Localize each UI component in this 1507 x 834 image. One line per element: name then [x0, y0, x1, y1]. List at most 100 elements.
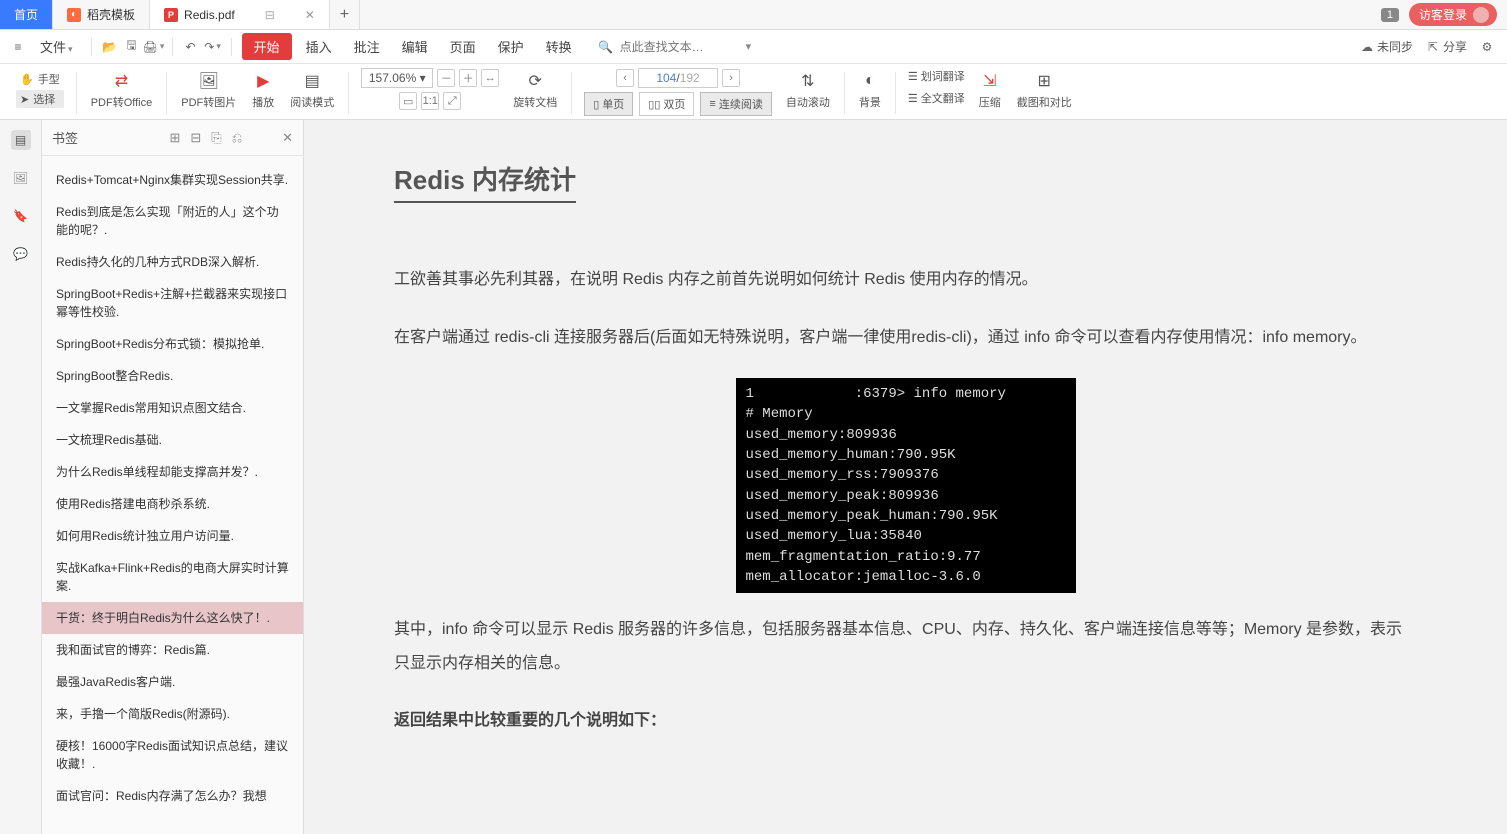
zoom-input[interactable]: 157.06% ▾ [361, 68, 433, 88]
scroll-icon: ⇅ [797, 70, 819, 92]
autoscroll-button[interactable]: ⇅自动滚动 [778, 68, 838, 112]
notification-count[interactable]: 1 [1381, 8, 1399, 22]
tab-home[interactable]: 首页 [0, 0, 53, 29]
close-icon[interactable]: ✕ [305, 8, 315, 22]
menu-edit[interactable]: 编辑 [394, 33, 436, 60]
bookmarks-list[interactable]: Redis+Tomcat+Nginx集群实现Session共享.Redis到底是… [42, 156, 303, 834]
terminal-block: 1 :6379> info memory # Memory used_memor… [736, 378, 1076, 593]
cursor-icon: ➤ [20, 93, 29, 106]
bookmark-item[interactable]: SpringBoot+Redis+注解+拦截器来实现接口幂等性校验. [42, 278, 303, 328]
print-icon[interactable]: 🖨 [146, 39, 162, 55]
bookmark-item[interactable]: SpringBoot整合Redis. [42, 360, 303, 392]
prev-page-icon[interactable]: ‹ [616, 69, 634, 87]
bookmark-item[interactable]: SpringBoot+Redis分布式锁：模拟抢单. [42, 328, 303, 360]
actual-size-icon[interactable]: 1:1 [421, 92, 439, 110]
ribbon-toolbar: ✋手型 ➤选择 ⇄PDF转Office 🖼PDF转图片 ▶播放 ▤阅读模式 15… [0, 64, 1507, 120]
paragraph: 工欲善其事必先利其器，在说明 Redis 内存之前首先说明如何统计 Redis … [394, 263, 1417, 297]
compress-button[interactable]: ⇲压缩 [971, 68, 1009, 112]
bookmark-item[interactable]: Redis到底是怎么实现「附近的人」这个功能的呢？. [42, 196, 303, 246]
bookmark-item[interactable]: 使用Redis搭建电商秒杀系统. [42, 488, 303, 520]
new-tab-button[interactable]: + [330, 0, 360, 29]
fit-width-icon[interactable]: ↔ [481, 69, 499, 87]
bm-collapse-icon[interactable]: ⊟ [190, 130, 201, 146]
convert-icon: ⇄ [110, 70, 132, 92]
rail-attachments-icon[interactable]: 🔖 [11, 206, 31, 226]
rect-select-icon[interactable]: ▭ [399, 92, 417, 110]
bookmarks-title: 书签 [52, 128, 78, 147]
bookmark-item[interactable]: 一文掌握Redis常用知识点图文结合. [42, 392, 303, 424]
document-viewport[interactable]: Redis 内存统计 工欲善其事必先利其器，在说明 Redis 内存之前首先说明… [304, 120, 1507, 834]
pdf-page: Redis 内存统计 工欲善其事必先利其器，在说明 Redis 内存之前首先说明… [304, 120, 1507, 834]
redo-icon[interactable]: ↷ [205, 39, 221, 55]
fit-page-icon[interactable]: ⤢ [443, 92, 461, 110]
page-heading: Redis 内存统计 [394, 160, 576, 203]
bm-add-icon[interactable]: ⎘ [211, 130, 221, 146]
bookmark-item[interactable]: Redis持久化的几种方式RDB深入解析. [42, 246, 303, 278]
menu-file[interactable]: 文件 [32, 33, 81, 60]
search-icon[interactable]: 🔍 [598, 39, 614, 55]
menu-page[interactable]: 页面 [442, 33, 484, 60]
sync-status[interactable]: ☁未同步 [1359, 38, 1413, 55]
background-button[interactable]: ◐背景 [851, 68, 889, 112]
menu-insert[interactable]: 插入 [298, 33, 340, 60]
avatar-icon [1473, 7, 1489, 23]
bookmark-item[interactable]: 来，手撸一个简版Redis(附源码). [42, 698, 303, 730]
crop-compare-button[interactable]: ⊞截图和对比 [1009, 68, 1080, 112]
bm-close-icon[interactable]: ✕ [282, 130, 293, 146]
pdf-to-office-button[interactable]: ⇄PDF转Office [83, 68, 161, 112]
tab-templates[interactable]: ◐ 稻壳模板 [53, 0, 150, 29]
full-translate-button[interactable]: ☰ 全文翻译 [908, 90, 965, 106]
menu-protect[interactable]: 保护 [490, 33, 532, 60]
bookmark-item[interactable]: 面试官问：Redis内存满了怎么办？我想 [42, 780, 303, 812]
pdf-to-image-button[interactable]: 🖼PDF转图片 [173, 68, 244, 112]
search-input[interactable] [620, 40, 740, 54]
paragraph-highlight: 返回结果中比较重要的几个说明如下： [394, 704, 1417, 738]
select-tool[interactable]: ➤选择 [16, 90, 64, 108]
compress-icon: ⇲ [979, 70, 1001, 92]
zoom-out-icon[interactable]: － [437, 69, 455, 87]
bookmark-item[interactable]: 最强JavaRedis客户端. [42, 666, 303, 698]
bookmark-item[interactable]: 实战Kafka+Flink+Redis的电商大屏实时计算案. [42, 552, 303, 602]
moon-icon: ◐ [859, 70, 881, 92]
word-translate-button[interactable]: ☰ 划词翻译 [908, 68, 965, 84]
rotate-button[interactable]: ⟳旋转文档 [505, 68, 565, 112]
bookmark-item[interactable]: 如何用Redis统计独立用户访问量. [42, 520, 303, 552]
continuous-button[interactable]: ≡ 连续阅读 [700, 92, 771, 116]
read-mode-button[interactable]: ▤阅读模式 [282, 68, 342, 112]
paragraph: 其中，info 命令可以显示 Redis 服务器的许多信息，包括服务器基本信息、… [394, 613, 1417, 680]
play-icon: ▶ [252, 70, 274, 92]
bookmark-item[interactable]: Redis+Tomcat+Nginx集群实现Session共享. [42, 164, 303, 196]
single-page-button[interactable]: ▯ 单页 [584, 92, 633, 116]
share-button[interactable]: ⇱分享 [1425, 38, 1467, 55]
tab-document[interactable]: P Redis.pdf ⊟ ✕ [150, 0, 330, 29]
bm-expand-icon[interactable]: ⊞ [169, 130, 180, 146]
login-button[interactable]: 访客登录 [1409, 3, 1497, 26]
bookmarks-panel: 书签 ⊞ ⊟ ⎘ ⎌ ✕ Redis+Tomcat+Nginx集群实现Sessi… [42, 120, 304, 834]
rail-bookmarks-icon[interactable]: ▤ [11, 130, 31, 150]
menu-start[interactable]: 开始 [242, 33, 292, 60]
gear-icon[interactable]: ⚙ [1479, 39, 1495, 55]
bookmark-item[interactable]: 硬核！16000字Redis面试知识点总结，建议收藏！. [42, 730, 303, 780]
undo-icon[interactable]: ↶ [183, 39, 199, 55]
bookmark-item[interactable]: 干货：终于明白Redis为什么这么快了！. [42, 602, 303, 634]
bm-goto-icon[interactable]: ⎌ [232, 130, 242, 146]
zoom-in-icon[interactable]: ＋ [459, 69, 477, 87]
page-input[interactable]: 104/192 [638, 68, 718, 88]
cloud-icon: ☁ [1359, 39, 1375, 55]
double-page-button[interactable]: ▯▯ 双页 [639, 92, 694, 116]
hand-icon: ✋ [20, 73, 34, 86]
menu-convert[interactable]: 转换 [538, 33, 580, 60]
pin-icon[interactable]: ⊟ [265, 8, 275, 22]
play-button[interactable]: ▶播放 [244, 68, 282, 112]
rail-comments-icon[interactable]: 💬 [11, 244, 31, 264]
bookmark-item[interactable]: 我和面试官的博弈：Redis篇. [42, 634, 303, 666]
next-page-icon[interactable]: › [722, 69, 740, 87]
save-icon[interactable]: 🖫 [124, 39, 140, 55]
open-icon[interactable]: 📂 [102, 39, 118, 55]
menu-comment[interactable]: 批注 [346, 33, 388, 60]
bookmark-item[interactable]: 一文梳理Redis基础. [42, 424, 303, 456]
bookmark-item[interactable]: 为什么Redis单线程却能支撑高并发？. [42, 456, 303, 488]
hand-tool[interactable]: ✋手型 [16, 70, 64, 88]
rail-thumbnails-icon[interactable]: 🖼 [11, 168, 31, 188]
hamburger-icon[interactable]: ≡ [10, 39, 26, 55]
